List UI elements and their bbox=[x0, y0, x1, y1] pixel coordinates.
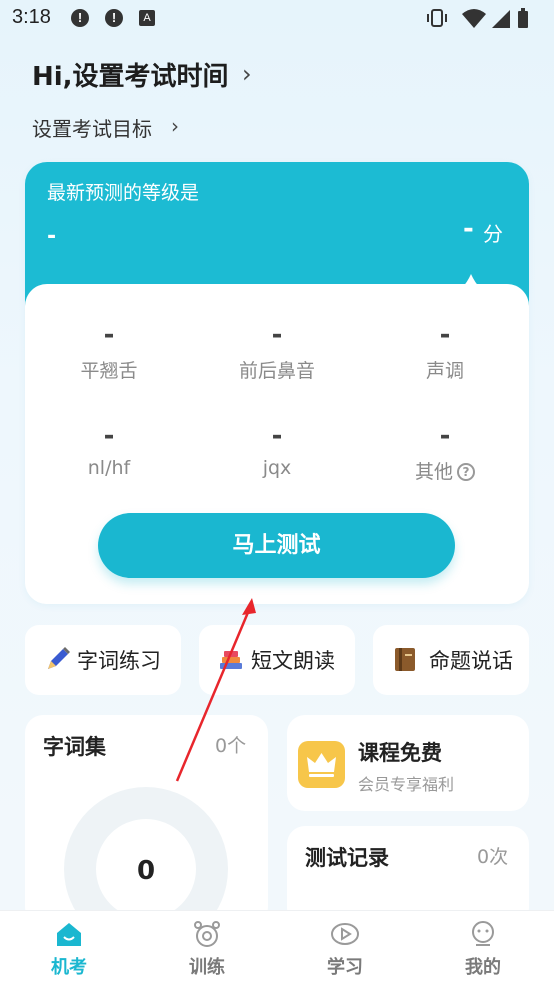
metric-value: - bbox=[103, 320, 115, 350]
nav-label: 机考 bbox=[51, 957, 87, 978]
vibrate-icon bbox=[427, 9, 447, 27]
alert-icon: ! bbox=[105, 9, 123, 27]
metric-item: - 平翘舌 bbox=[34, 318, 184, 383]
tile-label: 命题说话 bbox=[429, 649, 513, 673]
metric-label: 前后鼻音 bbox=[238, 360, 315, 382]
exam-icon bbox=[57, 923, 81, 946]
metric-item: - 前后鼻音 bbox=[202, 318, 352, 383]
metric-label: 其他? bbox=[370, 457, 520, 484]
nav-study[interactable]: 学习 bbox=[276, 911, 414, 984]
metric-label: jqx bbox=[262, 457, 292, 479]
start-test-button[interactable]: 马上测试 bbox=[98, 513, 455, 578]
metric-value: - bbox=[439, 320, 451, 350]
score-unit: 分 bbox=[483, 222, 503, 246]
bottom-nav: 机考 训练 学习 我的 bbox=[0, 910, 554, 984]
predicted-level: - bbox=[47, 224, 57, 249]
metric-item: - nl/hf bbox=[34, 419, 184, 479]
nav-label: 我的 bbox=[465, 957, 501, 978]
wifi-icon bbox=[462, 9, 486, 28]
status-time: 3:18 bbox=[12, 6, 51, 28]
status-bar: 3:18 ! ! A bbox=[0, 0, 554, 36]
alert-icon: ! bbox=[71, 9, 89, 27]
nav-exam[interactable]: 机考 bbox=[0, 911, 138, 984]
chevron-right-icon[interactable]: › bbox=[171, 114, 179, 138]
metric-label: 平翘舌 bbox=[80, 360, 138, 382]
profile-icon bbox=[472, 921, 494, 946]
tile-word-practice[interactable]: 字词练习 bbox=[25, 625, 181, 695]
test-record-title: 测试记录 bbox=[305, 846, 389, 870]
alarm-clock-icon bbox=[194, 921, 220, 947]
crown-icon bbox=[298, 741, 345, 788]
word-set-title: 字词集 bbox=[43, 735, 106, 759]
tile-label: 短文朗读 bbox=[251, 649, 335, 673]
pen-icon bbox=[48, 647, 70, 669]
nav-mine[interactable]: 我的 bbox=[414, 911, 552, 984]
books-icon bbox=[220, 651, 242, 669]
word-set-count: 0个 bbox=[215, 735, 247, 757]
notebook-icon bbox=[395, 648, 415, 671]
tile-topic-speaking[interactable]: 命题说话 bbox=[373, 625, 529, 695]
metric-label-text: 其他 bbox=[414, 461, 453, 483]
signal-icon bbox=[492, 10, 510, 28]
help-icon[interactable]: ? bbox=[457, 463, 475, 481]
ring-value: 0 bbox=[136, 856, 156, 886]
page-title[interactable]: Hi,设置考试时间 bbox=[32, 56, 229, 93]
nav-label: 训练 bbox=[189, 957, 225, 978]
nav-training[interactable]: 训练 bbox=[138, 911, 276, 984]
nav-label: 学习 bbox=[327, 957, 363, 978]
course-title: 课程免费 bbox=[358, 741, 442, 765]
course-subtitle: 会员专享福利 bbox=[358, 775, 455, 794]
tile-passage-reading[interactable]: 短文朗读 bbox=[199, 625, 355, 695]
test-record-count: 0次 bbox=[477, 846, 509, 868]
status-icons bbox=[427, 8, 528, 28]
a-notification-icon: A bbox=[139, 10, 155, 26]
battery-icon bbox=[518, 8, 528, 28]
chevron-right-icon[interactable]: › bbox=[242, 60, 252, 88]
tile-label: 字词练习 bbox=[77, 649, 161, 673]
metric-label: 声调 bbox=[425, 360, 464, 382]
metric-item: - 其他? bbox=[370, 419, 520, 484]
metric-value: - bbox=[271, 421, 283, 451]
metric-item: - 声调 bbox=[370, 318, 520, 383]
metric-label: nl/hf bbox=[87, 457, 131, 479]
predicted-score: - bbox=[463, 214, 474, 244]
metric-value: - bbox=[271, 320, 283, 350]
play-icon bbox=[331, 923, 359, 945]
exam-goal-link[interactable]: 设置考试目标 bbox=[32, 113, 152, 142]
metric-item: - jqx bbox=[202, 419, 352, 479]
metric-value: - bbox=[439, 421, 451, 451]
prediction-label: 最新预测的等级是 bbox=[47, 182, 200, 204]
metric-value: - bbox=[103, 421, 115, 451]
